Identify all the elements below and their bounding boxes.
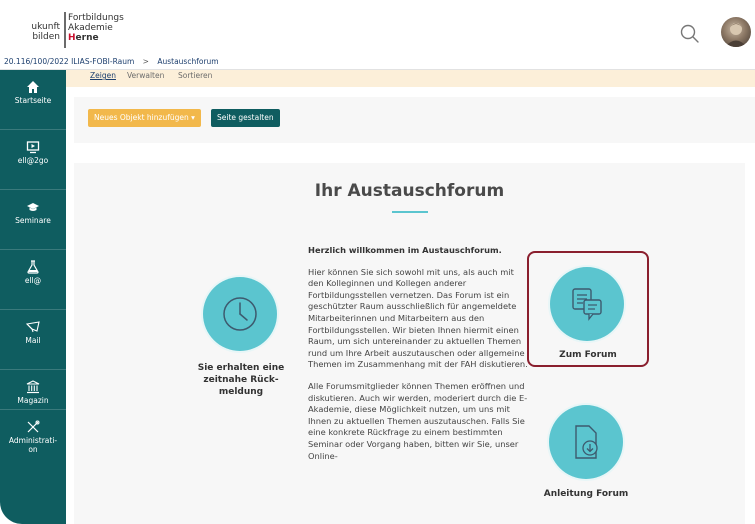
presentation-icon — [26, 141, 40, 154]
sidebar-label: Startseite — [14, 96, 52, 105]
app-window: ukunft bilden Fortbildungs Akademie Hern… — [0, 0, 755, 524]
response-time-circle — [203, 277, 277, 351]
sidebar-item-administration[interactable]: Administrati- on — [0, 410, 66, 480]
logo-right-line1: Fortbildungs — [68, 13, 124, 23]
guide-caption[interactable]: Anleitung Forum — [526, 488, 646, 500]
logo-right-line2: Akademie — [68, 23, 113, 33]
response-time-caption: Sie erhalten eine zeitnahe Rück- meldung — [197, 363, 285, 397]
sidebar-label: Seminare — [15, 216, 51, 225]
breadcrumb: 20.116/100/2022 ILIAS-FOBI-Raum > Austau… — [0, 55, 755, 70]
logo-left-line1: ukunft — [31, 22, 60, 32]
logo-right[interactable]: Fortbildungs Akademie Herne — [68, 13, 124, 43]
header: ukunft bilden Fortbildungs Akademie Hern… — [0, 0, 755, 55]
search-icon[interactable] — [679, 23, 701, 45]
breadcrumb-item-forum[interactable]: Austauschforum — [157, 57, 218, 66]
logo-h-letter: H — [68, 33, 76, 43]
forum-caption[interactable]: Zum Forum — [529, 349, 647, 361]
welcome-paragraph-2: Alle Forumsmitglieder können Themen eröf… — [308, 380, 528, 461]
clock-icon — [223, 297, 257, 331]
download-document-icon — [575, 425, 598, 459]
forum-circle[interactable] — [550, 267, 624, 341]
guide-circle[interactable] — [549, 405, 623, 479]
sidebar-item-seminare[interactable]: Seminare — [0, 190, 66, 250]
page-title: Ihr Austauschforum — [314, 181, 505, 201]
forum-chat-icon — [572, 288, 602, 321]
sidebar-label: ell@2go — [17, 156, 49, 165]
logo-left[interactable]: ukunft bilden — [14, 22, 60, 42]
home-icon — [27, 81, 39, 93]
logo-left-line2: bilden — [32, 32, 60, 42]
breadcrumb-item-course[interactable]: 20.116/100/2022 ILIAS-FOBI-Raum — [4, 57, 134, 66]
add-object-button[interactable]: Neues Objekt hinzufügen ▾ — [88, 109, 201, 127]
welcome-text: Herzlich willkommen im Austauschforum. H… — [308, 245, 528, 472]
welcome-paragraph-1: Hier können Sie sich sowohl mit uns, als… — [308, 266, 528, 370]
sidebar-item-magazin[interactable]: Magazin — [0, 350, 66, 410]
welcome-heading: Herzlich willkommen im Austauschforum. — [308, 245, 502, 255]
sidebar-label: ell@ — [24, 276, 42, 285]
sidebar-item-ell[interactable]: ell@ — [0, 250, 66, 310]
flask-icon — [27, 260, 39, 274]
tab-sortieren[interactable]: Sortieren — [178, 71, 212, 81]
user-avatar[interactable] — [721, 17, 751, 47]
mail-icon — [26, 321, 40, 333]
logo-divider — [64, 12, 66, 48]
sidebar-label: Administrati- on — [8, 436, 58, 454]
main-content: Zeigen Verwalten Sortieren Neues Objekt … — [66, 70, 755, 524]
sidebar-label: Magazin — [17, 396, 49, 405]
tab-verwalten[interactable]: Verwalten — [127, 71, 164, 81]
breadcrumb-separator: > — [142, 57, 149, 66]
graduation-cap-icon — [27, 203, 39, 211]
sidebar-item-startseite[interactable]: Startseite — [0, 70, 66, 130]
toolbar: Neues Objekt hinzufügen ▾ Seite gestalte… — [74, 97, 755, 143]
tab-zeigen[interactable]: Zeigen — [90, 71, 116, 81]
title-underline — [392, 211, 428, 213]
logo-right-line3: Herne — [68, 33, 124, 43]
bank-icon — [26, 380, 40, 394]
forum-link-highlight[interactable]: Zum Forum — [527, 251, 649, 367]
logo-right-line3-rest: erne — [75, 33, 99, 43]
subtabs-bar: Zeigen Verwalten Sortieren — [66, 70, 755, 87]
forum-panel: Ihr Austauschforum Sie erhalten eine zei… — [74, 163, 745, 524]
tools-icon — [27, 420, 40, 433]
main-sidebar: Startseite ell@2go Seminare ell@ Mail Ma… — [0, 70, 66, 524]
sidebar-label: Mail — [25, 336, 41, 345]
sidebar-item-ell2go[interactable]: ell@2go — [0, 130, 66, 190]
page-design-button[interactable]: Seite gestalten — [211, 109, 280, 127]
